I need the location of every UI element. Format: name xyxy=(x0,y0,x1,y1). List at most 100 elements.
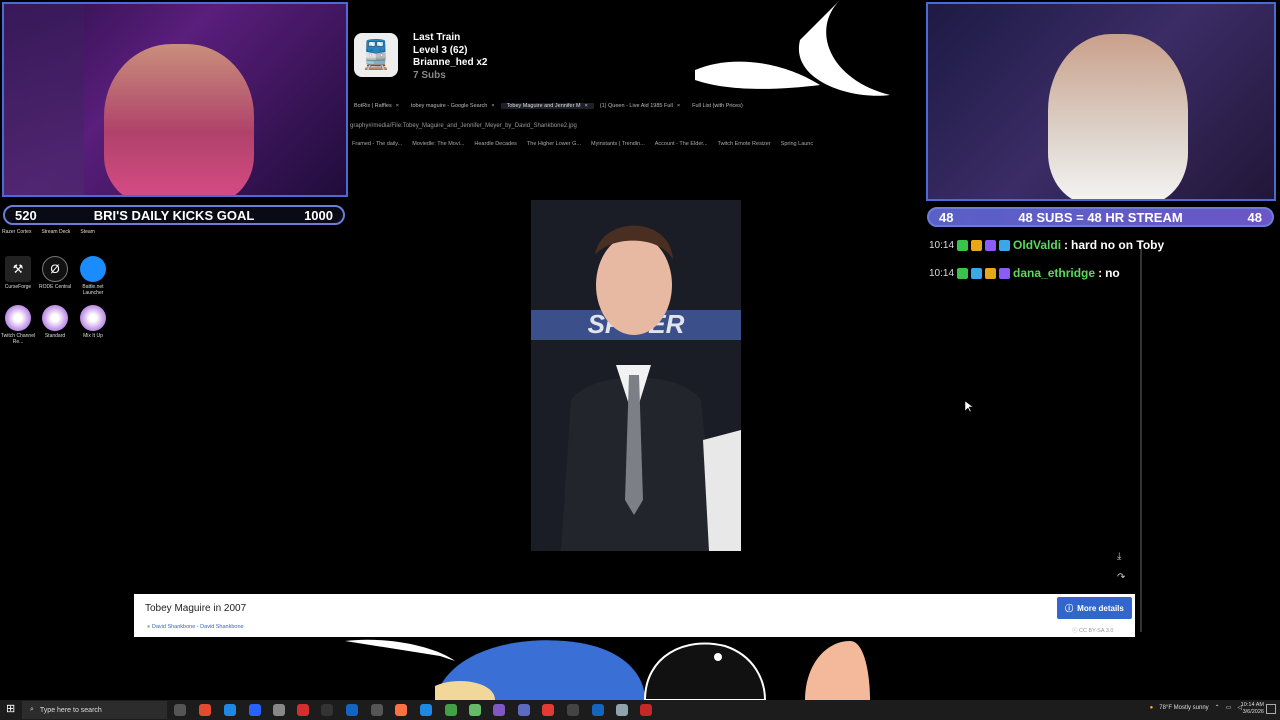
download-icon[interactable]: ⤓ xyxy=(1117,551,1121,562)
clock-date: 3/6/2026 xyxy=(1242,709,1264,715)
browser-tab[interactable]: tobey maguire - Google Search × xyxy=(405,103,501,109)
kicks-goal-bar: 520 BRI'S DAILY KICKS GOAL 1000 xyxy=(3,205,345,225)
desktop-icon-twitch-channel[interactable]: Twitch Channel Re... xyxy=(0,305,36,345)
desktop-icon-curseforge[interactable]: ⚒ CurseForge xyxy=(0,256,36,290)
person-icon: ● xyxy=(147,624,151,630)
train-subs: 7 Subs xyxy=(413,69,446,81)
goal-current: 520 xyxy=(15,207,37,223)
app-icon[interactable] xyxy=(199,704,211,716)
media-photo: SPIDER xyxy=(531,200,741,551)
address-bar[interactable]: graphy#/media/File:Tobey_Maguire_and_Jen… xyxy=(350,123,577,129)
task-view-icon[interactable] xyxy=(174,704,186,716)
battlenet-icon xyxy=(80,256,106,282)
bookmark-item[interactable]: Moviedle: The Movi... xyxy=(412,141,464,147)
crown-icon xyxy=(971,239,983,251)
moon-graphic xyxy=(695,0,890,96)
app-icon[interactable] xyxy=(371,704,383,716)
badge-icon xyxy=(999,267,1011,279)
badge-icon xyxy=(957,239,969,251)
weather-icon: ● xyxy=(1149,704,1154,711)
train-widget: Last Train Level 3 (62) Brianne_hed x2 7… xyxy=(413,32,487,82)
train-title: Last Train xyxy=(413,32,461,43)
app-icon[interactable] xyxy=(249,704,261,716)
app-icon[interactable] xyxy=(592,704,604,716)
desktop-icon-mixitup[interactable]: Mix It Up xyxy=(75,305,111,339)
goal-label: BRI'S DAILY KICKS GOAL xyxy=(93,207,255,223)
obs-icon[interactable] xyxy=(640,704,652,716)
webcam-left xyxy=(2,2,348,197)
notification-icon[interactable] xyxy=(1266,704,1276,714)
bookmark-item[interactable]: Account - The Elder... xyxy=(655,141,708,147)
discord-icon[interactable] xyxy=(518,704,530,716)
chat-username[interactable]: OldValdi xyxy=(1013,238,1061,252)
share-icon[interactable]: ↷ xyxy=(1117,572,1125,583)
curseforge-icon: ⚒ xyxy=(5,256,31,282)
bookmark-item[interactable]: Heardle Decades xyxy=(474,141,517,147)
badge-icon xyxy=(957,267,969,279)
bookmark-item[interactable]: Twitch Emote Resizer xyxy=(718,141,771,147)
bookmark-item[interactable]: Myinstants | Trendin... xyxy=(591,141,645,147)
bookmark-item[interactable]: The Higher Lower G... xyxy=(527,141,581,147)
network-icon[interactable]: ▭ xyxy=(1226,704,1232,711)
desktop-icon-standard[interactable]: Standard xyxy=(37,305,73,339)
app-icon[interactable] xyxy=(395,704,407,716)
rode-icon: Ø xyxy=(42,256,68,282)
chat-text: hard no on Toby xyxy=(1071,238,1165,252)
goal-target: 48 xyxy=(1247,209,1262,225)
bookmark-item[interactable]: Spring Launc xyxy=(781,141,813,147)
app-icon[interactable] xyxy=(273,704,285,716)
crown-icon xyxy=(985,267,997,279)
goal-current: 48 xyxy=(939,209,954,225)
search-icon: ⌕ xyxy=(30,706,34,713)
license-label[interactable]: ⓒ CC BY-SA 3.0 xyxy=(1072,626,1113,634)
app-icon[interactable] xyxy=(616,704,628,716)
train-level: Level 3 (62) xyxy=(413,44,468,56)
chrome-icon[interactable] xyxy=(445,704,457,716)
close-icon[interactable]: × xyxy=(396,103,399,109)
browser-tab[interactable]: BotRix | Raffles × xyxy=(348,103,405,109)
desktop-icon-battlenet[interactable]: Battle.net Launcher xyxy=(75,256,111,296)
app-icon[interactable] xyxy=(469,704,481,716)
browser-tab[interactable]: Full List (with Prices) xyxy=(686,103,749,109)
chat-scrollbar[interactable] xyxy=(1140,240,1142,632)
weather-text[interactable]: 78°F Mostly sunny xyxy=(1159,705,1208,711)
train-user: Brianne_hed x2 xyxy=(413,57,488,68)
app-icon[interactable] xyxy=(542,704,554,716)
close-icon[interactable]: × xyxy=(677,103,680,109)
bookmark-item[interactable]: Framed - The daily... xyxy=(352,141,402,147)
app-icon[interactable] xyxy=(224,704,236,716)
app-icon[interactable] xyxy=(567,704,579,716)
chat-time: 10:14 xyxy=(929,239,955,251)
taskbar-search[interactable]: ⌕ Type here to search xyxy=(22,701,167,719)
app-icon[interactable] xyxy=(346,704,358,716)
windows-start-icon[interactable]: ⊞ xyxy=(6,704,15,715)
app-icon[interactable] xyxy=(321,704,333,716)
twitch-icon xyxy=(42,305,68,331)
browser-tabstrip: BotRix | Raffles × tobey maguire - Google… xyxy=(348,100,926,112)
streamer-left xyxy=(104,44,254,195)
chat-time: 10:14 xyxy=(929,267,955,279)
more-details-button[interactable]: ⓘ More details xyxy=(1057,597,1132,619)
info-icon: ⓘ xyxy=(1065,603,1074,613)
desktop-label[interactable]: Steam xyxy=(80,229,94,235)
twitch-icon xyxy=(5,305,31,331)
diamond-icon xyxy=(999,239,1011,251)
app-icon[interactable] xyxy=(297,704,309,716)
close-icon[interactable]: × xyxy=(585,103,588,109)
desktop-icon-rode[interactable]: Ø RODE Central xyxy=(37,256,73,290)
edge-icon[interactable] xyxy=(420,704,432,716)
chat-username[interactable]: dana_ethridge xyxy=(1013,266,1095,280)
goal-label: 48 SUBS = 48 HR STREAM xyxy=(1018,209,1183,225)
browser-tab-active[interactable]: Tobey Maguire and Jennifer M × xyxy=(500,103,594,109)
taskbar-clock[interactable]: 10:14 AM 3/6/2026 xyxy=(1241,702,1264,716)
desktop-label[interactable]: Stream Deck xyxy=(41,229,70,235)
webcam-right xyxy=(926,2,1276,201)
desktop-label[interactable]: Razer Cortex xyxy=(2,229,31,235)
app-icon[interactable] xyxy=(493,704,505,716)
close-icon[interactable]: × xyxy=(491,103,494,109)
media-caption-bar xyxy=(134,594,1135,637)
search-placeholder: Type here to search xyxy=(39,706,102,714)
browser-tab[interactable]: (1) Queen - Live Aid 1985 Full × xyxy=(594,103,686,109)
chevron-up-icon[interactable]: ⌃ xyxy=(1215,704,1220,711)
media-author-link[interactable]: ● David Shankbone - David Shankbone xyxy=(147,624,244,630)
